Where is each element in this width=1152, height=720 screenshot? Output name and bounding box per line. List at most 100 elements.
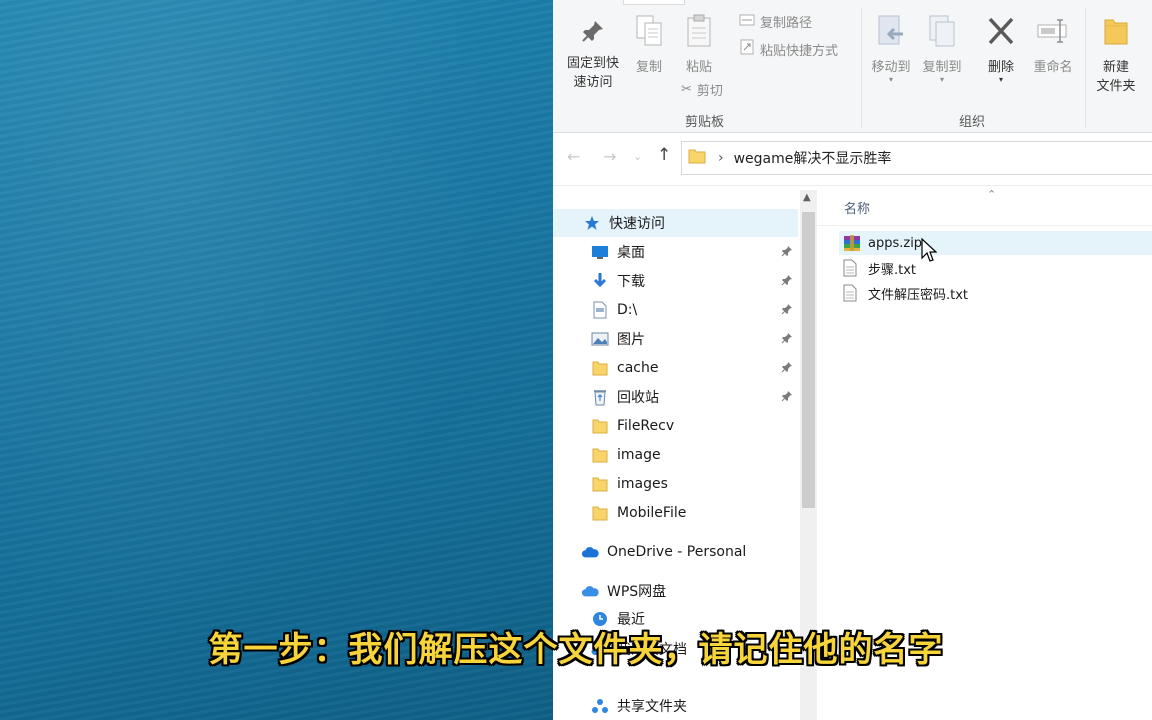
mouse-cursor-icon	[921, 237, 938, 268]
address-current-folder[interactable]: wegame解决不显示胜率	[734, 148, 892, 168]
organize-group-label: 组织	[959, 115, 986, 130]
recycle-bin-icon	[591, 388, 609, 406]
nav-item[interactable]: 图片	[553, 325, 798, 353]
up-arrow-icon[interactable]: ↑	[657, 145, 671, 165]
paste-shortcut-icon	[739, 39, 755, 59]
nav-item-label: FileRecv	[617, 418, 675, 434]
move-to-button[interactable]: 移动到 ▾	[867, 14, 915, 84]
copy-path-button[interactable]: 复制路径	[739, 12, 812, 31]
pinned-icon[interactable]	[781, 274, 793, 289]
paste-shortcut-label: 粘贴快捷方式	[760, 43, 839, 59]
file-name: 步骤.txt	[868, 262, 917, 278]
scrollbar-thumb[interactable]	[802, 212, 815, 508]
pinned-icon[interactable]	[781, 332, 793, 347]
nav-item[interactable]: 下载	[553, 267, 798, 295]
copy-to-dropdown-icon: ▾	[939, 75, 944, 84]
cloud-icon	[581, 543, 599, 561]
new-folder-icon	[1091, 14, 1141, 54]
copy-button[interactable]: 复制	[631, 14, 667, 77]
video-subtitle: 第一步：我们解压这个文件夹，请记住他的名字	[208, 630, 944, 670]
group-separator	[1085, 8, 1086, 128]
file-item[interactable]: 步骤.txt	[843, 256, 916, 280]
nav-onedrive-label: OneDrive - Personal	[607, 544, 747, 560]
scissors-icon: ✂	[681, 82, 692, 97]
pin-icon	[561, 18, 625, 50]
pin-label-line1: 固定到快	[566, 56, 619, 71]
clipboard-group-label: 剪贴板	[685, 115, 725, 130]
star-icon	[583, 214, 601, 232]
paste-label: 粘贴	[685, 60, 712, 75]
nav-item-label: images	[617, 476, 668, 492]
folder-icon	[591, 359, 609, 377]
new-folder-button[interactable]: 新建 文件夹	[1091, 14, 1141, 96]
nav-item-label: image	[617, 447, 661, 463]
nav-wps-cloud-label: WPS网盘	[607, 584, 667, 600]
text-file-icon	[843, 284, 859, 302]
download-icon	[591, 272, 609, 290]
delete-button[interactable]: 删除 ▾	[981, 14, 1021, 84]
pictures-icon	[591, 330, 609, 348]
nav-wps-shared[interactable]: 共享文件夹	[553, 692, 798, 720]
nav-wps-shared-label: 共享文件夹	[617, 699, 687, 715]
nav-item[interactable]: cache	[553, 354, 798, 382]
nav-item-label: 下载	[617, 274, 645, 290]
address-box[interactable]: › wegame解决不显示胜率	[681, 141, 1152, 175]
nav-item[interactable]: image	[553, 441, 798, 469]
nav-item[interactable]: 回收站	[553, 383, 798, 411]
nav-item[interactable]: images	[553, 470, 798, 498]
desktop-icon	[591, 243, 609, 261]
nav-quick-access-label: 快速访问	[609, 216, 665, 232]
copy-to-button[interactable]: 复制到 ▾	[917, 14, 967, 84]
ribbon: 固定到快 速访问 复制 粘贴 复制路径 粘贴快捷方式 ✂ 剪切 剪贴板 移动到 …	[553, 0, 1152, 133]
copy-path-icon	[739, 13, 755, 31]
folder-icon	[591, 446, 609, 464]
paste-button[interactable]: 粘贴	[681, 14, 717, 77]
cut-button[interactable]: ✂ 剪切	[681, 80, 723, 99]
nav-item[interactable]: FileRecv	[553, 412, 798, 440]
group-separator	[861, 8, 862, 128]
nav-item[interactable]: MobileFile	[553, 499, 798, 527]
file-name: apps.zip	[868, 235, 923, 251]
nav-wps-cloud[interactable]: WPS网盘	[553, 577, 798, 605]
nav-onedrive[interactable]: OneDrive - Personal	[553, 538, 798, 566]
scroll-up-arrow-icon[interactable]: ▲	[803, 192, 811, 203]
rename-button[interactable]: 重命名	[1029, 14, 1077, 77]
back-arrow-icon[interactable]: ←	[567, 147, 580, 166]
forward-arrow-icon[interactable]: →	[603, 147, 616, 166]
nav-item[interactable]: D:\	[553, 296, 798, 324]
paste-shortcut-button[interactable]: 粘贴快捷方式	[739, 39, 838, 59]
file-explorer-window: 固定到快 速访问 复制 粘贴 复制路径 粘贴快捷方式 ✂ 剪切 剪贴板 移动到 …	[553, 0, 1152, 720]
pin-to-quick-access-button[interactable]: 固定到快 速访问	[561, 18, 625, 92]
ribbon-tab-indicator	[623, 0, 685, 5]
pinned-icon[interactable]	[781, 361, 793, 376]
rename-icon	[1029, 14, 1077, 54]
nav-item-label: D:\	[617, 302, 638, 318]
copy-path-label: 复制路径	[760, 16, 813, 31]
pin-label-line2: 速访问	[573, 75, 613, 90]
column-header-name[interactable]: 名称	[844, 198, 870, 217]
pinned-icon[interactable]	[781, 245, 793, 260]
copy-to-icon	[917, 14, 967, 54]
file-item[interactable]: apps.zip	[839, 231, 1152, 255]
recent-locations-chevron-icon[interactable]: ⌄	[633, 150, 642, 163]
pinned-icon[interactable]	[781, 303, 793, 318]
navigation-bar: ← → ⌄ ↑ › wegame解决不显示胜率	[553, 133, 1152, 186]
header-divider	[817, 225, 1152, 226]
copy-label: 复制	[635, 60, 662, 75]
nav-item[interactable]: 桌面	[553, 238, 798, 266]
nav-item-label: 回收站	[617, 390, 659, 406]
cut-label: 剪切	[696, 84, 723, 99]
pinned-icon[interactable]	[781, 390, 793, 405]
folder-icon	[591, 475, 609, 493]
drive-icon	[591, 301, 609, 319]
new-folder-label-line1: 新建	[1102, 60, 1129, 75]
file-item[interactable]: 文件解压密码.txt	[843, 281, 968, 305]
zip-archive-icon	[843, 234, 860, 252]
rename-label: 重命名	[1033, 60, 1073, 75]
sort-ascending-icon: ⌃	[987, 188, 997, 201]
nav-quick-access[interactable]: 快速访问	[553, 209, 798, 237]
wps-cloud-icon	[581, 582, 599, 600]
share-icon	[591, 697, 609, 715]
delete-x-icon	[981, 14, 1021, 54]
copy-icon	[631, 14, 667, 54]
